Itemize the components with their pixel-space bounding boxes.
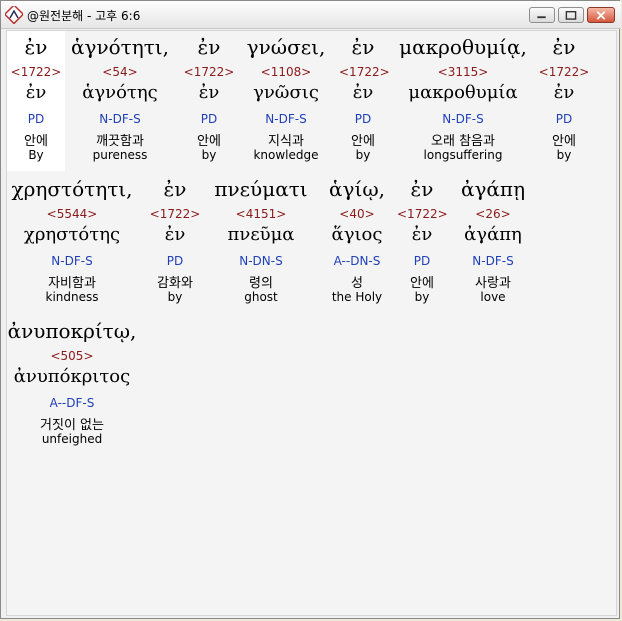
strong-number[interactable]: <5544> xyxy=(7,207,137,221)
english-gloss: knowledge xyxy=(253,148,319,162)
korean-gloss: 령의 xyxy=(249,276,273,291)
morphology-code: N-DF-S xyxy=(265,112,307,126)
morphology-code: N-DN-S xyxy=(239,254,283,268)
lemma: ἁγνότης xyxy=(82,82,158,103)
korean-gloss: 자비함과 xyxy=(48,276,96,291)
lemma: ἐν xyxy=(553,82,575,103)
english-gloss: by xyxy=(167,290,183,304)
window-title: @원전분해 - 고후 6:6 xyxy=(27,9,141,23)
morphology-code: A--DF-S xyxy=(49,396,95,410)
strong-number[interactable]: <40> xyxy=(323,207,391,221)
minimize-icon xyxy=(537,16,546,19)
korean-gloss: 성 xyxy=(351,276,363,291)
morphology-code: A--DN-S xyxy=(333,254,381,268)
english-gloss: by xyxy=(556,148,572,162)
minimize-button[interactable] xyxy=(529,7,555,23)
morphology-code: PD xyxy=(27,112,45,126)
korean-gloss: 사랑과 xyxy=(475,276,511,291)
strong-number[interactable]: <1722> xyxy=(339,65,390,79)
english-gloss: pureness xyxy=(92,148,148,162)
morphology-code: PD xyxy=(166,254,184,268)
lemma: ἐν xyxy=(411,224,433,245)
strong-number[interactable]: <1722> xyxy=(149,207,201,221)
english-gloss: By xyxy=(28,148,44,162)
morphology-code: N-DF-S xyxy=(472,254,514,268)
greek-word: μακροθυμίᾳ, xyxy=(399,35,527,59)
maximize-icon xyxy=(565,11,577,20)
lemma: ἐν xyxy=(198,82,220,103)
english-gloss: love xyxy=(480,290,506,304)
lemma: γνῶσις xyxy=(253,82,319,103)
greek-word: γνώσει, xyxy=(246,35,326,59)
strong-number[interactable]: <3115> xyxy=(395,65,531,79)
korean-gloss: 오래 참음과 xyxy=(431,134,495,149)
korean-gloss: 거짓이 없는 xyxy=(40,418,104,433)
greek-word: ἐν xyxy=(552,35,576,59)
lemma: ἐν xyxy=(164,224,186,245)
english-gloss: unfeighed xyxy=(41,432,103,446)
korean-gloss: 감화와 xyxy=(157,276,193,291)
greek-word: ἐν xyxy=(24,35,48,59)
strong-number[interactable]: <4151> xyxy=(209,207,313,221)
close-button[interactable] xyxy=(587,7,615,23)
greek-word: πνεύματι xyxy=(214,177,308,201)
strong-number[interactable]: <54> xyxy=(65,65,175,79)
lemma: ἀγάπη xyxy=(464,224,522,245)
morphology-code: N-DF-S xyxy=(99,112,141,126)
app-window: @원전분해 - 고후 6:6 ἐν <1722> ἐν PD 안에 By ἁγν… xyxy=(0,0,621,619)
strong-number[interactable]: <1722> xyxy=(183,65,235,79)
morphology-code: N-DF-S xyxy=(51,254,93,268)
korean-gloss: 지식과 xyxy=(268,134,304,149)
strong-number[interactable]: <1722> xyxy=(397,207,448,221)
english-gloss: the Holy xyxy=(331,290,383,304)
strong-number[interactable]: <26> xyxy=(453,207,533,221)
morphology-code: PD xyxy=(354,112,372,126)
morphology-code: PD xyxy=(555,112,573,126)
app-logo-icon xyxy=(5,6,23,24)
english-gloss: by xyxy=(355,148,371,162)
strong-number[interactable]: <505> xyxy=(7,349,137,363)
korean-gloss: 안에 xyxy=(351,134,375,149)
greek-word: ἐν xyxy=(410,177,434,201)
english-gloss: kindness xyxy=(45,290,99,304)
lemma: χρηστότης xyxy=(23,224,121,245)
strong-number[interactable]: <1722> xyxy=(7,65,65,79)
english-gloss: longsuffering xyxy=(423,148,503,162)
title-bar[interactable]: @원전분해 - 고후 6:6 xyxy=(1,1,621,29)
strong-number[interactable]: <1108> xyxy=(241,65,331,79)
morphology-code: N-DF-S xyxy=(442,112,484,126)
greek-word: ἀνυποκρίτῳ, xyxy=(7,319,137,343)
english-gloss: by xyxy=(201,148,217,162)
lemma: μακροθυμία xyxy=(408,82,518,103)
korean-gloss: 안에 xyxy=(552,134,576,149)
english-gloss: ghost xyxy=(244,290,278,304)
korean-gloss: 안에 xyxy=(410,276,434,291)
lemma: πνεῦμα xyxy=(227,224,295,245)
lemma: ἅγιος xyxy=(331,224,383,245)
lemma: ἐν xyxy=(352,82,374,103)
greek-word: ἁγνότητι, xyxy=(71,35,169,59)
greek-word: ἐν xyxy=(197,35,221,59)
greek-word: ἐν xyxy=(351,35,375,59)
maximize-button[interactable] xyxy=(558,7,584,23)
verse-analysis-panel: ἐν <1722> ἐν PD 안에 By ἁγνότητι, <54> ἁγν… xyxy=(6,30,617,616)
lemma: ἀνυπόκριτος xyxy=(13,366,131,387)
korean-gloss: 안에 xyxy=(24,134,48,149)
english-gloss: by xyxy=(414,290,430,304)
korean-gloss: 안에 xyxy=(197,134,221,149)
morphology-code: PD xyxy=(413,254,431,268)
greek-word: ἐν xyxy=(163,177,187,201)
greek-word: ἁγίῳ, xyxy=(329,177,385,201)
korean-gloss: 깨끗함과 xyxy=(96,134,144,149)
morphology-code: PD xyxy=(200,112,218,126)
lemma: ἐν xyxy=(25,82,47,103)
strong-number[interactable]: <1722> xyxy=(537,65,591,79)
greek-word: ἀγάπῃ xyxy=(460,177,526,201)
close-icon xyxy=(596,11,606,20)
greek-word: χρηστότητι, xyxy=(11,177,133,201)
